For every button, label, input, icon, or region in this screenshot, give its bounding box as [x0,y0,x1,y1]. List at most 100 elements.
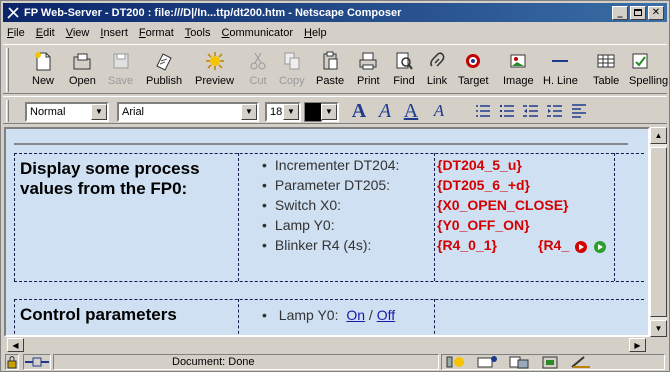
arrow-left-icon: ◀ [12,340,19,350]
status-bar: Document: Done [3,353,667,371]
table-icon [597,54,615,68]
font-select[interactable]: Arial ▼ [117,102,259,122]
underline-icon: A [403,99,419,122]
image-button[interactable]: Image [503,48,534,92]
table-border [14,281,644,282]
vertical-scrollbar[interactable]: ▲ ▼ [650,127,667,337]
paste-button[interactable]: Paste [316,48,344,92]
hline-button[interactable]: H. Line [543,48,578,92]
blinker-image[interactable] [574,239,614,255]
status-connection[interactable] [23,354,51,370]
menu-help[interactable]: Help [304,27,327,39]
maximize-icon [634,9,642,16]
value-placeholder: {Y0_OFF_ON} [437,217,530,233]
composer-icon[interactable] [570,355,592,369]
italic-button[interactable]: A [375,99,395,122]
save-button[interactable]: Save [108,48,133,92]
tab-scroll-left[interactable]: ◀ [7,338,24,352]
arrow-down-icon: ▼ [654,324,663,333]
navigator-icon[interactable] [446,355,466,369]
spelling-button[interactable]: Spelling [629,48,668,92]
decrease-indent-button[interactable] [521,101,541,121]
close-button[interactable]: ✕ [648,5,664,20]
new-button[interactable]: New [32,48,54,92]
table-button[interactable]: Table [593,48,619,92]
menu-edit[interactable]: Edit [36,27,55,39]
numbered-list-button[interactable] [473,101,493,121]
chevron-down-icon[interactable]: ▼ [91,104,107,120]
table-border [238,299,239,335]
composer-window: FP Web-Server - DT200 : file:///D|/In...… [0,0,670,372]
paragraph-style-select[interactable]: Normal ▼ [25,102,109,122]
text-color-swatch[interactable] [304,102,322,122]
scroll-down-button[interactable]: ▼ [650,320,667,337]
menu-file[interactable]: File [7,27,25,39]
connection-icon [25,357,49,367]
menu-communicator[interactable]: Communicator [221,27,293,39]
list-item: Incrementer DT204: [262,157,400,173]
menu-view[interactable]: View [66,27,90,39]
increase-indent-button[interactable] [545,101,565,121]
scroll-up-button[interactable]: ▲ [650,127,667,144]
text-color-dropdown[interactable]: ▼ [321,102,339,122]
mail-icon[interactable] [476,355,498,369]
lamp-off-link[interactable]: Off [377,307,395,323]
publish-icon [156,53,172,71]
alignment-button[interactable] [569,101,589,121]
table-border [434,299,435,335]
document-editor[interactable]: Display some process values from the FP0… [4,127,650,337]
underline-button[interactable]: A [401,99,421,122]
bullet-list-icon [500,105,514,117]
section-heading-control: Control parameters [20,305,177,324]
maximize-button[interactable] [630,5,646,20]
print-button[interactable]: Print [357,48,380,92]
preview-button[interactable]: Preview [195,48,234,92]
numbered-list-icon [476,105,490,117]
value-placeholder: {R4_ [538,237,570,253]
publish-button[interactable]: Publish [146,48,182,92]
format-toolbar-grip[interactable] [6,100,9,122]
italic-icon: A [378,99,392,122]
composition-toolbar: New Open Save Publish Preview Cut Copy P… [3,44,668,94]
copy-button[interactable]: Copy [279,48,305,92]
formatting-toolbar: Normal ▼ Arial ▼ 18 ▼ ▼ A A A A [3,96,667,124]
find-icon [396,52,413,70]
menu-tools[interactable]: Tools [185,27,211,39]
spelling-icon [632,53,648,69]
target-icon [466,54,481,68]
bullet-list-button[interactable] [497,101,517,121]
chevron-down-icon[interactable]: ▼ [283,104,299,120]
table-border [238,153,239,281]
netscape-app-icon [6,5,20,20]
newsgroups-icon[interactable] [508,355,530,369]
minimize-button[interactable]: _ [612,5,628,20]
section-heading-display: Display some process values from the FP0… [20,159,200,198]
font-size-select[interactable]: 18 ▼ [265,102,301,122]
status-lock[interactable] [5,354,19,370]
scroll-thumb[interactable] [650,147,667,317]
menu-format[interactable]: Format [139,27,174,39]
open-folder-icon [73,53,91,70]
target-button[interactable]: Target [458,48,489,92]
cut-button[interactable]: Cut [247,48,269,92]
address-book-icon[interactable] [540,355,560,369]
toolbar-grip[interactable] [6,48,9,92]
find-button[interactable]: Find [393,48,415,92]
link-button[interactable]: Link [426,48,448,92]
bold-icon: A [351,99,367,122]
list-item: Lamp Y0: [262,217,335,233]
tab-scroll-right[interactable]: ▶ [629,338,646,352]
lamp-on-link[interactable]: On [346,307,365,323]
clear-styles-button[interactable]: A [429,101,449,121]
menu-insert[interactable]: Insert [100,27,128,39]
chevron-down-icon[interactable]: ▼ [241,104,257,120]
close-icon: ✕ [651,6,661,18]
chevron-down-icon[interactable]: ▼ [321,104,337,120]
open-button[interactable]: Open [69,48,96,92]
bold-button[interactable]: A [349,99,369,122]
title-bar[interactable]: FP Web-Server - DT200 : file:///D|/In...… [3,3,667,22]
status-text: Document: Done [172,356,255,368]
value-placeholder: {DT205_6_+d} [437,177,531,193]
print-icon [359,52,377,70]
save-disk-icon [113,53,129,69]
